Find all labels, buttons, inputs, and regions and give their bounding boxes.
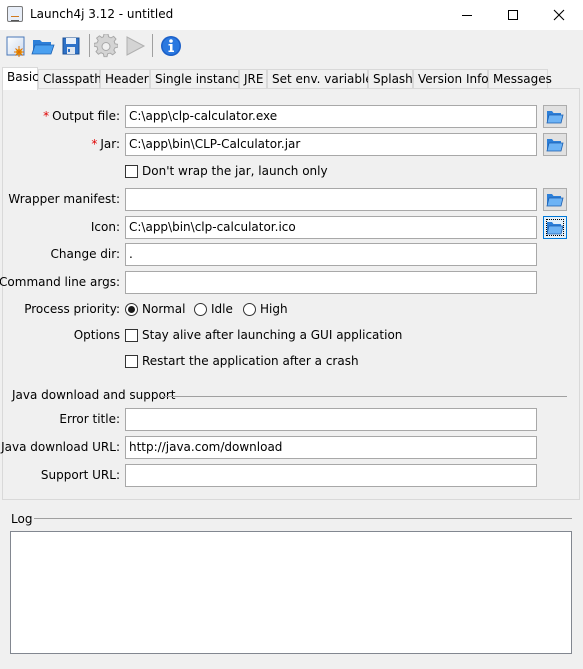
change-dir-input[interactable]: . — [125, 243, 537, 266]
jar-input[interactable]: C:\app\bin\CLP-Calculator.jar — [125, 133, 537, 156]
jar-browse-button[interactable] — [543, 133, 567, 156]
priority-high-radio[interactable] — [243, 303, 256, 316]
save-config-button[interactable] — [58, 33, 84, 59]
tab-classpath[interactable]: Classpath — [38, 69, 102, 89]
tab-messages[interactable]: Messages — [488, 69, 552, 89]
tab-version-info[interactable]: Version Info — [413, 69, 489, 89]
output-file-input[interactable]: C:\app\clp-calculator.exe — [125, 105, 537, 128]
output-file-label: * Output file: — [43, 109, 120, 123]
log-separator — [34, 518, 572, 519]
command-line-args-label: Command line args: — [0, 275, 120, 289]
required-marker: * — [91, 137, 98, 151]
info-icon — [161, 36, 181, 56]
priority-high-label: High — [260, 302, 288, 316]
output-file-browse-button[interactable] — [543, 105, 567, 128]
wrapper-manifest-label: Wrapper manifest: — [8, 192, 120, 206]
support-url-input[interactable] — [125, 464, 537, 487]
close-button[interactable] — [536, 0, 582, 30]
jar-label: * Jar: — [91, 137, 120, 151]
priority-idle-radio[interactable] — [194, 303, 207, 316]
toolbar-separator — [152, 34, 153, 57]
priority-normal-label: Normal — [142, 302, 186, 316]
window-title: Launch4j 3.12 - untitled — [30, 7, 174, 21]
stay-alive-label: Stay alive after launching a GUI applica… — [142, 328, 403, 342]
icon-browse-button[interactable] — [543, 216, 567, 239]
java-download-group-title: Java download and support — [12, 388, 176, 402]
priority-normal-radio[interactable] — [125, 303, 138, 316]
tab-splash[interactable]: Splash — [368, 69, 413, 89]
open-folder-icon — [31, 40, 55, 55]
minimize-icon — [462, 14, 472, 16]
close-icon — [553, 9, 565, 21]
java-app-icon — [7, 6, 23, 22]
open-folder-icon — [546, 110, 564, 123]
java-download-url-input[interactable]: http://java.com/download — [125, 436, 537, 459]
test-wrapper-button[interactable] — [122, 33, 148, 59]
options-label: Options — [73, 328, 120, 342]
restart-checkbox[interactable] — [125, 355, 138, 368]
tab-header[interactable]: Header — [100, 69, 150, 89]
wrapper-manifest-input[interactable] — [125, 188, 537, 211]
title-bar: Launch4j 3.12 - untitled — [0, 0, 583, 30]
priority-idle-label: Idle — [211, 302, 233, 316]
maximize-button[interactable] — [490, 0, 536, 30]
about-button[interactable] — [158, 33, 184, 59]
minimize-button[interactable] — [444, 0, 490, 30]
icon-input[interactable]: C:\app\bin\clp-calculator.ico — [125, 216, 537, 239]
dont-wrap-label: Don't wrap the jar, launch only — [142, 164, 328, 178]
change-dir-label: Change dir: — [50, 247, 120, 261]
build-wrapper-button[interactable] — [93, 33, 119, 59]
tab-set-env-variables[interactable]: Set env. variables — [267, 69, 379, 89]
output-file-label-text: Output file: — [52, 109, 120, 123]
new-config-button[interactable] — [3, 33, 29, 59]
gear-icon — [94, 34, 118, 58]
maximize-icon — [508, 10, 518, 20]
tab-single-instance[interactable]: Single instance — [150, 69, 247, 89]
error-title-input[interactable] — [125, 408, 537, 431]
wrapper-manifest-browse-button[interactable] — [543, 188, 567, 211]
new-document-icon — [6, 36, 25, 57]
dont-wrap-checkbox[interactable] — [125, 165, 138, 178]
icon-label: Icon: — [90, 220, 120, 234]
required-marker: * — [43, 109, 50, 123]
tab-basic[interactable]: Basic — [2, 67, 39, 90]
error-title-label: Error title: — [59, 412, 120, 426]
command-line-args-input[interactable] — [125, 271, 537, 294]
toolbar — [0, 30, 583, 62]
open-folder-icon — [546, 221, 564, 234]
support-url-label: Support URL: — [40, 468, 120, 482]
tab-jre[interactable]: JRE — [239, 69, 267, 89]
play-icon — [126, 36, 146, 56]
open-folder-icon — [546, 138, 564, 151]
group-separator — [162, 396, 567, 397]
stay-alive-checkbox[interactable] — [125, 329, 138, 342]
toolbar-separator — [89, 34, 90, 57]
jar-label-text: Jar: — [100, 137, 120, 151]
process-priority-label: Process priority: — [24, 302, 120, 316]
floppy-disk-icon — [62, 37, 80, 55]
log-textarea[interactable] — [10, 531, 572, 654]
restart-label: Restart the application after a crash — [142, 354, 359, 368]
java-download-url-label: Java download URL: — [1, 440, 120, 454]
log-title: Log — [11, 512, 33, 526]
open-config-button[interactable] — [30, 33, 56, 59]
open-folder-icon — [546, 193, 564, 206]
